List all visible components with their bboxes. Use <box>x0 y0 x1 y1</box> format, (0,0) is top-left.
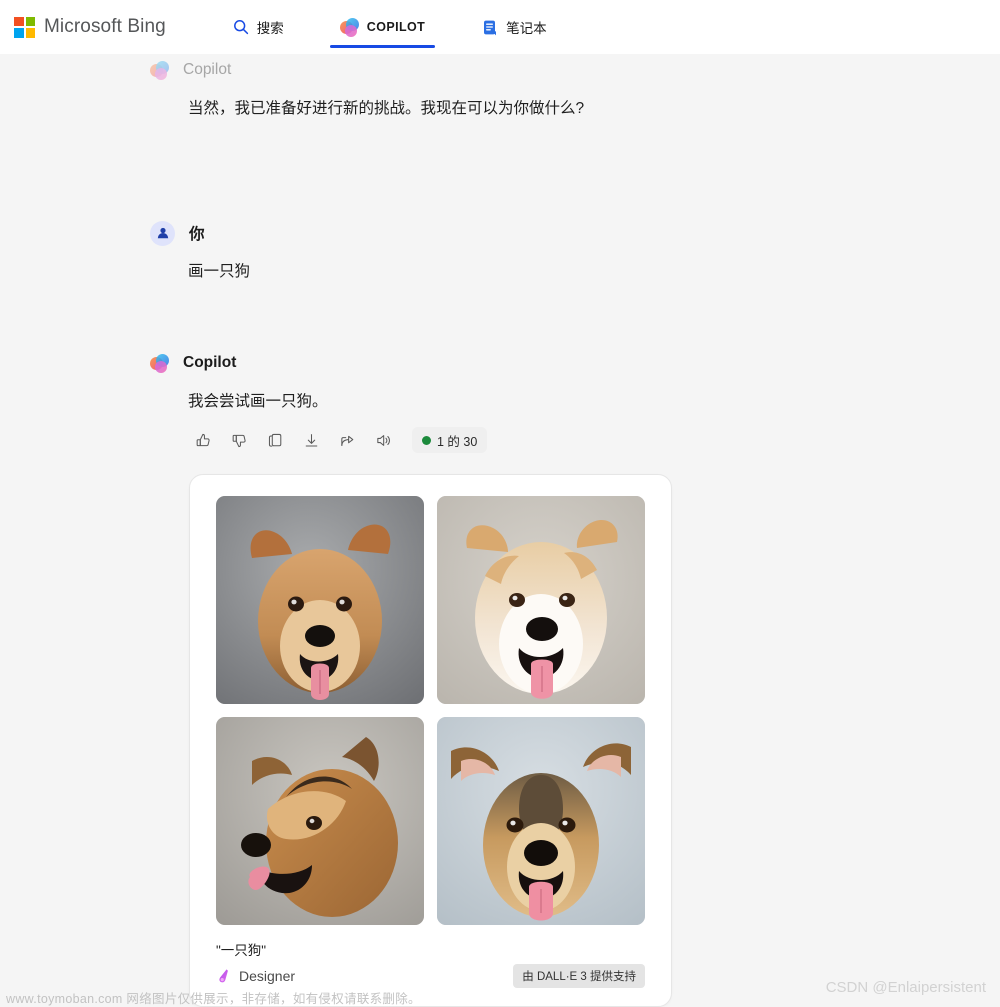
copy-icon <box>267 432 284 449</box>
message-author: Copilot <box>183 61 232 78</box>
top-header: Microsoft Bing 搜索 COPILOT 笔记本 <box>0 0 1000 54</box>
user-avatar <box>150 220 175 246</box>
image-card-caption: "一只狗" <box>216 943 267 958</box>
response-counter[interactable]: 1 的 30 <box>412 427 488 454</box>
thumbs-down-button[interactable] <box>224 425 254 455</box>
tab-notebook[interactable]: 笔记本 <box>471 0 557 54</box>
speaker-icon <box>375 432 392 449</box>
tab-notebook-label: 笔记本 <box>506 21 547 36</box>
generated-image-4[interactable] <box>437 717 645 925</box>
powered-by-badge: 由 DALL·E 3 提供支持 <box>513 964 645 988</box>
share-icon <box>339 432 356 449</box>
message-text: 我会尝试画一只狗。 <box>188 393 328 410</box>
message-author: Copilot <box>183 354 237 371</box>
generated-image-3[interactable] <box>216 717 424 925</box>
copilot-icon <box>150 60 169 80</box>
message-header: Copilot <box>150 350 487 376</box>
message-user-1: 你 画一只狗 <box>150 220 250 283</box>
thumbs-up-icon <box>195 432 212 449</box>
watermark-left: www.toymoban.com 网络图片仅供展示，非存储，如有侵权请联系删除。 <box>6 992 421 1006</box>
copilot-icon <box>150 353 169 373</box>
message-text: 当然，我已准备好进行新的挑战。我现在可以为你做什么? <box>188 100 585 117</box>
tab-search-label: 搜索 <box>256 21 284 36</box>
generated-image-card: "一只狗" Designer 由 DALL·E 3 提供支持 <box>189 474 672 1007</box>
image-grid <box>216 496 645 925</box>
speaker-button[interactable] <box>368 425 398 455</box>
response-counter-label: 1 的 30 <box>437 434 478 449</box>
download-icon <box>303 432 320 449</box>
designer-attribution[interactable]: Designer <box>216 968 295 984</box>
copilot-icon <box>339 17 359 37</box>
message-text: 画一只狗 <box>188 263 251 280</box>
share-button[interactable] <box>332 425 362 455</box>
tab-copilot[interactable]: COPILOT <box>329 0 436 54</box>
brand-label: Microsoft Bing <box>44 16 166 37</box>
designer-label: Designer <box>239 968 296 984</box>
message-copilot-2: Copilot 我会尝试画一只狗。 1 的 30 <box>150 350 488 455</box>
search-icon <box>233 19 249 35</box>
notebook-icon <box>481 19 498 36</box>
microsoft-logo-icon <box>14 16 35 38</box>
download-button[interactable] <box>296 425 326 455</box>
designer-icon <box>216 968 232 984</box>
status-dot-icon <box>422 435 431 445</box>
user-person-icon <box>156 226 170 240</box>
message-action-bar: 1 的 30 <box>188 425 488 455</box>
message-author: 你 <box>189 226 205 243</box>
message-header: 你 <box>150 220 250 246</box>
message-header: Copilot <box>150 57 584 83</box>
image-card-footer: Designer 由 DALL·E 3 提供支持 <box>216 964 645 988</box>
generated-image-1[interactable] <box>216 496 424 704</box>
tab-copilot-label: COPILOT <box>366 20 426 34</box>
watermark-right: CSDN @Enlaipersistent <box>825 979 986 996</box>
thumbs-up-button[interactable] <box>188 425 218 455</box>
bing-brand[interactable]: Microsoft Bing <box>14 16 166 38</box>
generated-image-2[interactable] <box>437 496 645 704</box>
tab-search[interactable]: 搜索 <box>223 0 294 54</box>
header-nav: 搜索 COPILOT 笔记本 <box>223 0 593 54</box>
copy-button[interactable] <box>260 425 290 455</box>
thumbs-down-icon <box>231 432 248 449</box>
message-copilot-1: Copilot 当然，我已准备好进行新的挑战。我现在可以为你做什么? <box>150 57 584 120</box>
